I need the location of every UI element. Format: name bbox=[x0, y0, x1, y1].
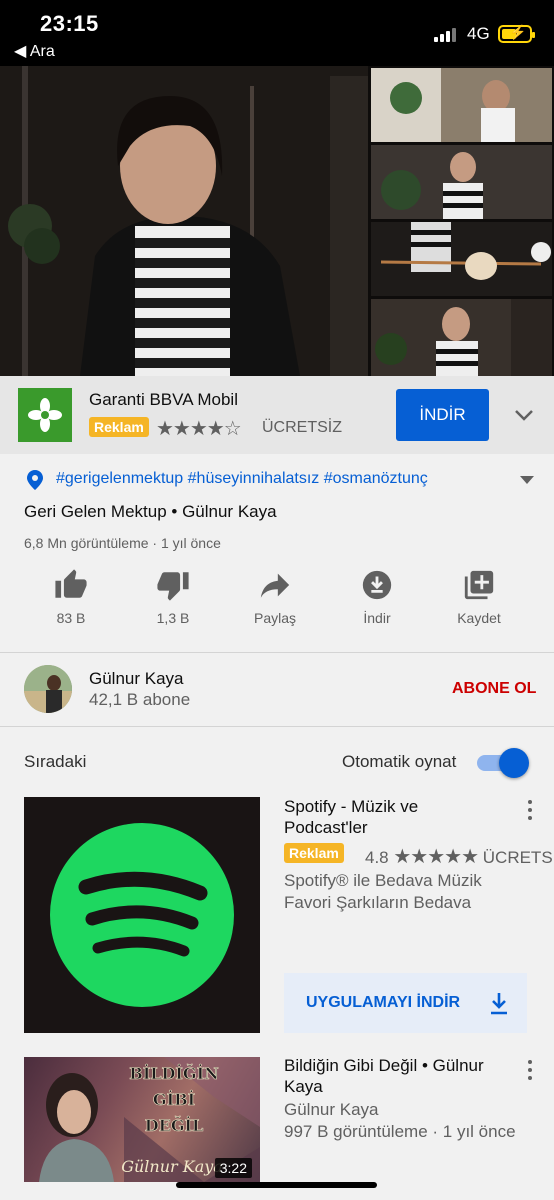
ad-install-button[interactable]: İNDİR bbox=[396, 389, 489, 441]
home-indicator[interactable] bbox=[176, 1182, 377, 1188]
expand-description-icon[interactable] bbox=[520, 476, 534, 484]
thumbs-up-icon bbox=[55, 569, 87, 598]
next-video-views: 997 B görüntüleme · 1 yıl önce bbox=[284, 1122, 516, 1141]
video-metadata: #gerigelenmektup #hüseyinnihalatsız #osm… bbox=[0, 454, 554, 652]
rating-value: 4.8 bbox=[365, 848, 389, 867]
save-playlist-icon bbox=[464, 570, 494, 600]
share-icon bbox=[260, 573, 290, 598]
channel-name: Gülnur Kaya bbox=[89, 669, 184, 688]
battery-icon: ⚡ bbox=[498, 24, 535, 43]
video-duration: 3:22 bbox=[214, 1158, 252, 1178]
video-tile-2 bbox=[371, 145, 552, 219]
location-pin-icon bbox=[26, 470, 44, 490]
network-type: 4G bbox=[467, 24, 490, 43]
ad-price: ÜCRETS bbox=[482, 848, 553, 867]
rating-stars: ★★★★★ bbox=[393, 846, 479, 868]
chevron-down-icon[interactable] bbox=[510, 402, 538, 428]
next-video-channel: Gülnur Kaya bbox=[284, 1100, 379, 1119]
video-frame-main bbox=[0, 66, 368, 376]
back-to-app-link[interactable]: ◀ Ara bbox=[14, 41, 55, 61]
thumbs-down-icon bbox=[157, 572, 189, 601]
ad-badge: Reklam bbox=[284, 843, 344, 863]
download-button[interactable]: İndir bbox=[332, 568, 422, 626]
video-tile-1 bbox=[371, 68, 552, 142]
thumbnail-signature: Gülnur Kaya bbox=[121, 1157, 223, 1176]
status-bar: 23:15 ◀ Ara 4G ⚡ bbox=[0, 0, 554, 66]
dislike-count: 1,3 B bbox=[156, 610, 190, 626]
ad-banner[interactable]: Garanti BBVA Mobil Reklam ★★★★☆ ÜCRETSİZ… bbox=[0, 376, 554, 454]
spotify-ad-description: Spotify® ile Bedava Müzik Favori Şarkıla… bbox=[284, 871, 482, 912]
autoplay-label: Otomatik oynat bbox=[342, 752, 457, 771]
download-icon bbox=[362, 570, 392, 600]
spotify-ad-title[interactable]: Spotify - Müzik ve Podcast'ler bbox=[284, 796, 444, 838]
install-app-button[interactable]: UYGULAMAYI İNDİR bbox=[284, 973, 527, 1033]
ad-title: Garanti BBVA Mobil bbox=[89, 390, 238, 409]
like-count: 83 B bbox=[56, 610, 86, 626]
install-app-label: UYGULAMAYI İNDİR bbox=[306, 994, 461, 1011]
video-player[interactable] bbox=[0, 66, 554, 376]
ad-price: ÜCRETSİZ bbox=[262, 419, 342, 436]
divider bbox=[0, 726, 554, 727]
channel-avatar[interactable] bbox=[24, 665, 72, 713]
video-hashtags[interactable]: #gerigelenmektup #hüseyinnihalatsız #osm… bbox=[56, 470, 428, 488]
subscriber-count: 42,1 B abone bbox=[89, 690, 191, 709]
autoplay-toggle[interactable] bbox=[477, 748, 529, 778]
spotify-ad-thumbnail[interactable] bbox=[24, 797, 260, 1033]
save-label: Kaydet bbox=[457, 610, 501, 626]
signal-icon bbox=[434, 26, 462, 42]
download-label: İndir bbox=[363, 610, 391, 626]
video-tile-4 bbox=[371, 299, 552, 376]
garanti-app-logo bbox=[18, 388, 72, 442]
like-button[interactable]: 83 B bbox=[26, 568, 116, 626]
next-video-title[interactable]: Bildiğin Gibi Değil • Gülnur Kaya bbox=[284, 1055, 514, 1097]
next-video-thumbnail[interactable]: BİLDİĞİN GİBİ DEĞİL Gülnur Kaya 3:22 bbox=[24, 1057, 260, 1182]
share-button[interactable]: Paylaş bbox=[230, 568, 320, 626]
clock: 23:15 bbox=[40, 11, 99, 36]
share-label: Paylaş bbox=[253, 610, 297, 626]
ad-badge: Reklam bbox=[89, 417, 149, 437]
download-arrow-icon bbox=[491, 993, 507, 1015]
thumbnail-text-line-1: BİLDİĞİN bbox=[129, 1063, 218, 1083]
channel-row[interactable]: Gülnur Kaya 42,1 B abone ABONE OL bbox=[0, 653, 554, 726]
more-options-icon[interactable] bbox=[526, 800, 534, 824]
video-view-count: 6,8 Mn görüntüleme · 1 yıl önce bbox=[24, 535, 221, 551]
spotify-logo-icon bbox=[50, 823, 234, 1007]
rating-stars: ★★★★☆ bbox=[156, 418, 242, 440]
spotify-rating: 4.8 ★★★★★ ÜCRETS bbox=[365, 844, 553, 869]
video-title: Geri Gelen Mektup • Gülnur Kaya bbox=[24, 502, 277, 521]
subscribe-button[interactable]: ABONE OL bbox=[452, 680, 536, 698]
video-tile-3 bbox=[371, 222, 552, 296]
dislike-button[interactable]: 1,3 B bbox=[128, 568, 218, 626]
more-options-icon[interactable] bbox=[526, 1060, 534, 1084]
up-next-label: Sıradaki bbox=[24, 752, 87, 771]
save-button[interactable]: Kaydet bbox=[434, 568, 524, 626]
thumbnail-text-line-3: DEĞİL bbox=[145, 1115, 203, 1135]
thumbnail-text-line-2: GİBİ bbox=[153, 1089, 195, 1109]
